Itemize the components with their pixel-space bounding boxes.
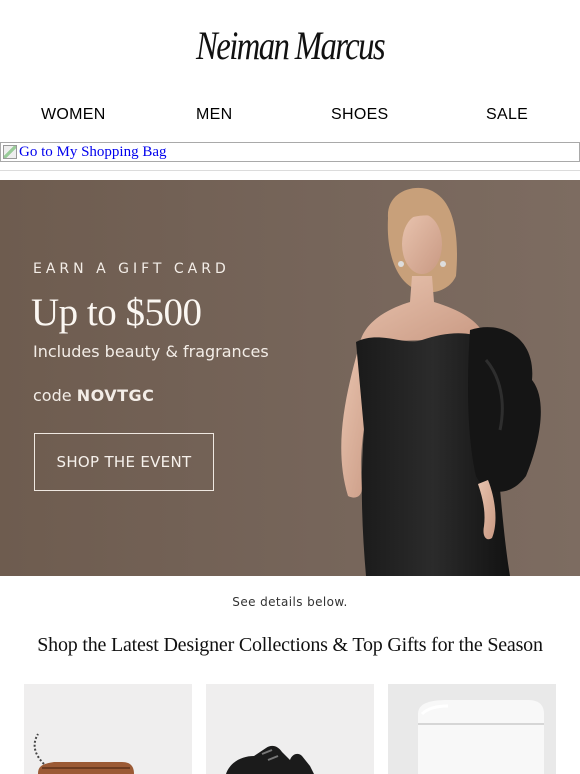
sneaker-image	[206, 684, 374, 774]
product-tile-handbag[interactable]	[24, 684, 192, 774]
promo-code-value: NOVTGC	[76, 386, 155, 405]
promo-code: code NOVTGC	[33, 386, 154, 405]
hero-headline: Up to $500	[31, 291, 202, 334]
header-divider	[0, 170, 580, 171]
model-in-black-dress-image	[341, 187, 541, 576]
nav-item-women[interactable]: WOMEN	[41, 106, 106, 124]
hero-eyebrow: EARN A GIFT CARD	[33, 261, 230, 277]
brand-logo[interactable]: Neiman Marcus	[52, 22, 528, 69]
shopping-bag-alt-text: Go to My Shopping Bag	[19, 144, 167, 160]
cream-jar-image	[388, 684, 556, 774]
hero-subline: Includes beauty & fragrances	[33, 342, 269, 361]
broken-image-icon	[3, 145, 17, 159]
nav-item-sale[interactable]: SALE	[486, 106, 528, 124]
product-tile-cream-jar[interactable]	[388, 684, 556, 774]
hero-banner[interactable]: EARN A GIFT CARD Up to $500 Includes bea…	[0, 180, 580, 576]
nav-item-men[interactable]: MEN	[196, 106, 232, 124]
shop-the-event-button[interactable]: SHOP THE EVENT	[34, 433, 214, 491]
shopping-bag-link[interactable]: Go to My Shopping Bag	[0, 142, 580, 162]
promo-code-prefix: code	[33, 386, 72, 405]
main-nav: WOMEN MEN SHOES SALE	[0, 106, 580, 128]
handbag-image	[24, 684, 192, 774]
nav-item-shoes[interactable]: SHOES	[331, 106, 389, 124]
see-details-note: See details below.	[232, 595, 348, 609]
product-tile-sneaker[interactable]	[206, 684, 374, 774]
section-title: Shop the Latest Designer Collections & T…	[37, 634, 543, 656]
